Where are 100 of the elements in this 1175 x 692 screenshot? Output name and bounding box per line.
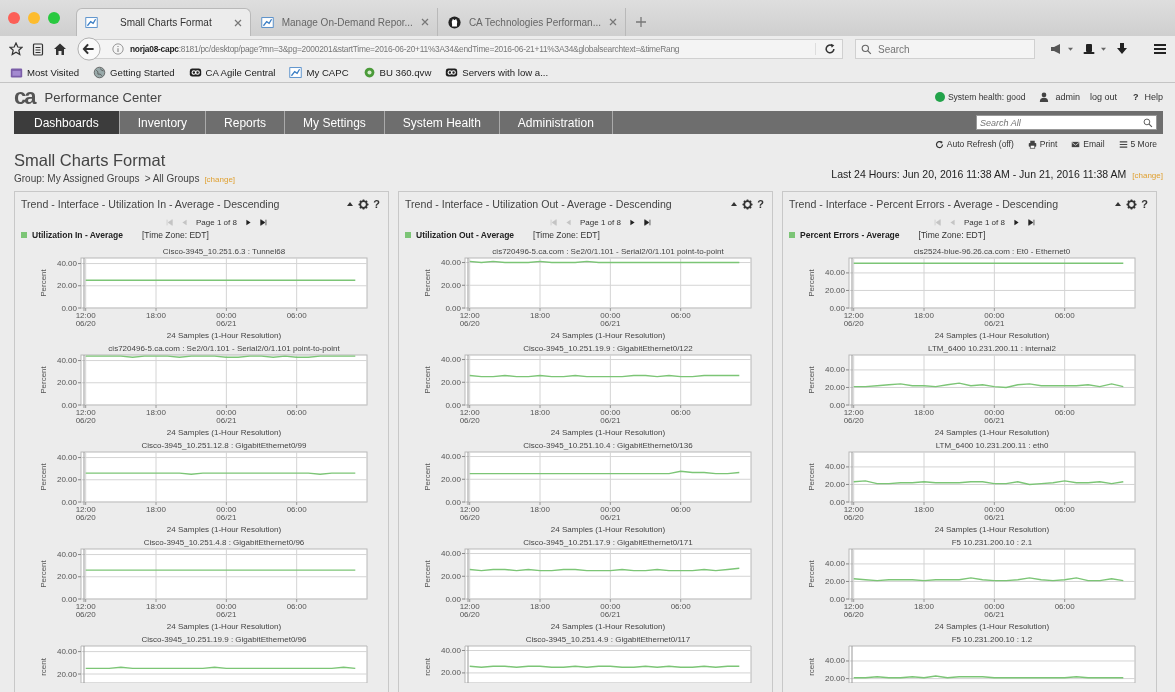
tick-label: 12:00 06/20 bbox=[459, 408, 480, 425]
toolbar-action[interactable]: Auto Refresh (off) bbox=[934, 138, 1014, 150]
download-icon[interactable] bbox=[1115, 42, 1129, 56]
bookmark-link[interactable]: Getting Started bbox=[93, 65, 175, 79]
tick-label: 0.00 bbox=[829, 497, 845, 507]
axis-label: 24 Samples (1-Hour Resolution) bbox=[550, 525, 666, 534]
last-page-icon[interactable] bbox=[643, 219, 651, 226]
toolbar-action[interactable]: Email bbox=[1071, 138, 1105, 150]
tick-label: 18:00 bbox=[146, 505, 167, 514]
caret-icon[interactable] bbox=[1067, 46, 1074, 52]
tick-label: 18:00 bbox=[146, 311, 167, 320]
tick-label: 20.00 bbox=[56, 281, 77, 291]
help-icon[interactable]: ? bbox=[373, 198, 380, 210]
last-page-icon[interactable] bbox=[1027, 219, 1035, 226]
close-icon[interactable] bbox=[420, 18, 429, 26]
chart-title: cis720496-5.ca.com : Se2/0/1.101 - Serial2/0/1.101 point-to-point bbox=[492, 247, 724, 256]
bookmark-link[interactable]: Servers with low a... bbox=[445, 65, 549, 79]
legend-label: Utilization In - Average bbox=[32, 230, 123, 240]
close-icon[interactable] bbox=[233, 18, 242, 27]
toolbar-action[interactable]: 5 More bbox=[1118, 138, 1157, 150]
axis-label: 24 Samples (1-Hour Resolution) bbox=[166, 622, 282, 631]
star-icon[interactable] bbox=[9, 42, 23, 56]
next-page-icon[interactable] bbox=[244, 219, 252, 226]
legend-label: Percent Errors - Average bbox=[800, 230, 900, 240]
bookmark-link[interactable]: CA Agile Central bbox=[188, 65, 276, 79]
envelope-icon bbox=[1071, 139, 1081, 149]
nav-tab[interactable]: Administration bbox=[499, 111, 613, 134]
axis-label: Percent bbox=[39, 269, 48, 297]
group-path: > All Groups bbox=[144, 173, 200, 184]
search-field[interactable]: Search bbox=[855, 39, 1035, 59]
chart-title: F5 10.231.200.10 : 1.2 bbox=[951, 635, 1033, 644]
next-page-icon[interactable] bbox=[628, 219, 636, 226]
tick-label: 00:00 06/21 bbox=[600, 311, 621, 328]
axis-label: 24 Samples (1-Hour Resolution) bbox=[934, 525, 1050, 534]
tick-label: 18:00 bbox=[530, 408, 551, 417]
nav-tab[interactable]: My Settings bbox=[285, 111, 385, 134]
tick-label: 20.00 bbox=[824, 576, 845, 586]
megaphone-icon[interactable] bbox=[1049, 42, 1063, 56]
reload-icon[interactable] bbox=[815, 43, 836, 55]
legend-swatch bbox=[21, 232, 27, 238]
toolbar-action[interactable]: Print bbox=[1027, 138, 1058, 150]
time-zone: [Time Zone: EDT] bbox=[918, 230, 986, 240]
next-page-icon[interactable] bbox=[1012, 219, 1020, 226]
tick-label: 40.00 bbox=[56, 356, 77, 366]
chart-title: LTM_6400 10.231.200.11 : eth0 bbox=[935, 441, 1049, 450]
chart-title: Cisco-3945_10.251.4.8 : GigabitEthernet0/96 bbox=[143, 538, 305, 547]
last-page-icon[interactable] bbox=[259, 219, 267, 226]
settings-icon[interactable] bbox=[1126, 198, 1138, 210]
tick-label: 00:00 06/21 bbox=[984, 408, 1005, 425]
collapse-icon[interactable] bbox=[346, 200, 355, 208]
collapse-icon[interactable] bbox=[730, 200, 739, 208]
nav-tab[interactable]: Dashboards bbox=[14, 111, 120, 134]
tick-label: 12:00 06/20 bbox=[459, 311, 480, 328]
help-icon[interactable]: ? bbox=[757, 198, 764, 210]
nav-tab[interactable]: Inventory bbox=[119, 111, 207, 134]
tick-label: 00:00 06/21 bbox=[216, 602, 237, 619]
axis-label: rcent bbox=[39, 658, 48, 676]
bookmark-link[interactable]: BU 360.qvw bbox=[362, 65, 432, 79]
tick-label: 18:00 bbox=[914, 408, 935, 417]
nav-tab[interactable]: System Health bbox=[384, 111, 500, 134]
tick-label: 18:00 bbox=[530, 311, 551, 320]
tick-label: 12:00 06/20 bbox=[75, 505, 96, 522]
chart-icon bbox=[85, 16, 98, 29]
collapse-icon[interactable] bbox=[1114, 200, 1123, 208]
logout-link[interactable]: log out bbox=[1089, 92, 1117, 102]
tick-label: 20.00 bbox=[56, 378, 77, 388]
caret-icon[interactable] bbox=[1100, 46, 1107, 52]
nav-tab[interactable]: Reports bbox=[206, 111, 286, 134]
axis-label: Percent bbox=[39, 463, 48, 491]
panel-title: Trend - Interface - Utilization In - Average - Descending bbox=[21, 198, 280, 210]
tick-label: 40.00 bbox=[824, 462, 845, 472]
bookmark-link[interactable]: Most Visited bbox=[10, 65, 80, 79]
back-button-icon[interactable] bbox=[77, 37, 101, 61]
plus-icon[interactable] bbox=[636, 17, 646, 27]
tick-label: 40.00 bbox=[440, 258, 461, 268]
user-name: admin bbox=[1055, 92, 1080, 102]
home-icon[interactable] bbox=[53, 42, 67, 56]
tick-label: 18:00 bbox=[146, 602, 167, 611]
tick-label: 0.00 bbox=[61, 303, 77, 313]
browser-tab[interactable]: Small Charts Format bbox=[76, 8, 251, 36]
bookmark-link[interactable]: My CAPC bbox=[289, 65, 349, 79]
search-field[interactable]: Search All bbox=[976, 115, 1157, 130]
clipboard-icon[interactable] bbox=[31, 42, 45, 56]
settings-icon[interactable] bbox=[358, 198, 370, 210]
tick-label: 20.00 bbox=[56, 475, 77, 485]
tick-label: 20.00 bbox=[440, 377, 461, 387]
address-bar[interactable]: norja08-capc:8181/pc/desktop/page?mn=3&pg=2000201&startTime=2016-06-20+11%3A34&endTime=2016-06-21+11%3A34&globalsearchtext=&timeRang bbox=[95, 39, 843, 59]
top-hat-icon[interactable] bbox=[1082, 42, 1096, 56]
product-name: Performance Center bbox=[44, 89, 162, 105]
help-icon[interactable]: ? bbox=[1141, 198, 1148, 210]
close-icon[interactable] bbox=[609, 18, 617, 26]
help-link[interactable]: Help bbox=[1144, 92, 1163, 102]
menu-icon[interactable] bbox=[1153, 42, 1167, 56]
chart-title: Cisco-3945_10.251.4.9 : GigabitEthernet0/117 bbox=[525, 635, 691, 644]
tick-label: 20.00 bbox=[56, 669, 77, 679]
tick-label: 06:00 bbox=[1054, 408, 1075, 417]
tick-label: 20.00 bbox=[56, 572, 77, 582]
axis-label: 24 Samples (1-Hour Resolution) bbox=[166, 428, 282, 437]
help-icon[interactable]: ? bbox=[1133, 92, 1139, 102]
settings-icon[interactable] bbox=[742, 198, 754, 210]
